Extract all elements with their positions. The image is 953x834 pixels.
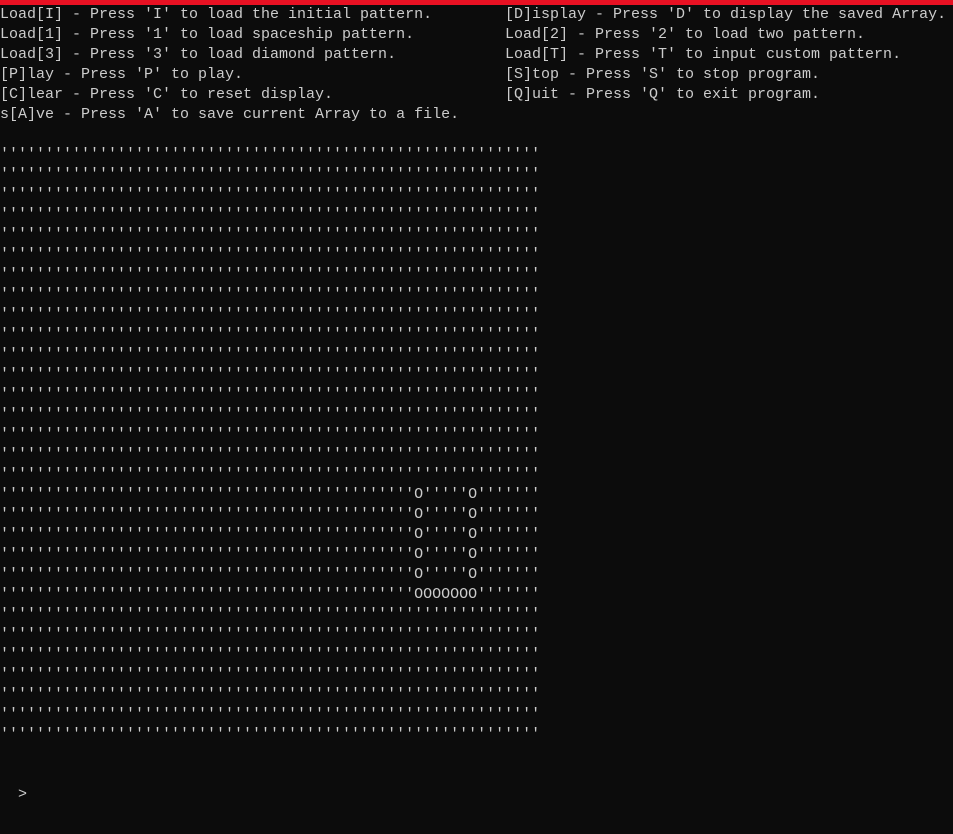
- grid-row: ''''''''''''''''''''''''''''''''''''''''…: [0, 506, 541, 523]
- grid-row: ''''''''''''''''''''''''''''''''''''''''…: [0, 486, 541, 503]
- grid-row: ''''''''''''''''''''''''''''''''''''''''…: [0, 166, 541, 183]
- grid-row: ''''''''''''''''''''''''''''''''''''''''…: [0, 446, 541, 463]
- grid-row: ''''''''''''''''''''''''''''''''''''''''…: [0, 526, 541, 543]
- grid-row: ''''''''''''''''''''''''''''''''''''''''…: [0, 226, 541, 243]
- grid-row: ''''''''''''''''''''''''''''''''''''''''…: [0, 606, 541, 623]
- grid-row: ''''''''''''''''''''''''''''''''''''''''…: [0, 306, 541, 323]
- grid-row: ''''''''''''''''''''''''''''''''''''''''…: [0, 386, 541, 403]
- grid-row: ''''''''''''''''''''''''''''''''''''''''…: [0, 206, 541, 223]
- command-prompt[interactable]: >: [0, 765, 27, 805]
- grid-row: ''''''''''''''''''''''''''''''''''''''''…: [0, 406, 541, 423]
- menu-item-load-diamond: Load[3] - Press '3' to load diamond patt…: [0, 46, 397, 63]
- menu-left-column: Load[I] - Press 'I' to load the initial …: [0, 5, 459, 125]
- grid-row: ''''''''''''''''''''''''''''''''''''''''…: [0, 346, 541, 363]
- menu-item-load-spaceship: Load[1] - Press '1' to load spaceship pa…: [0, 26, 415, 43]
- grid-row: ''''''''''''''''''''''''''''''''''''''''…: [0, 426, 541, 443]
- menu-item-quit: [Q]uit - Press 'Q' to exit program.: [505, 86, 821, 103]
- grid-row: ''''''''''''''''''''''''''''''''''''''''…: [0, 686, 541, 703]
- grid-row: ''''''''''''''''''''''''''''''''''''''''…: [0, 706, 541, 723]
- grid-row: ''''''''''''''''''''''''''''''''''''''''…: [0, 286, 541, 303]
- grid-row: ''''''''''''''''''''''''''''''''''''''''…: [0, 186, 541, 203]
- grid-row: ''''''''''''''''''''''''''''''''''''''''…: [0, 666, 541, 683]
- grid-row: ''''''''''''''''''''''''''''''''''''''''…: [0, 246, 541, 263]
- menu-item-stop: [S]top - Press 'S' to stop program.: [505, 66, 821, 83]
- menu-item-save: s[A]ve - Press 'A' to save current Array…: [0, 106, 460, 123]
- menu-item-load-custom: Load[T] - Press 'T' to input custom patt…: [505, 46, 902, 63]
- grid-row: ''''''''''''''''''''''''''''''''''''''''…: [0, 546, 541, 563]
- grid-row: ''''''''''''''''''''''''''''''''''''''''…: [0, 146, 541, 163]
- grid-row: ''''''''''''''''''''''''''''''''''''''''…: [0, 326, 541, 343]
- menu-item-clear: [C]lear - Press 'C' to reset display.: [0, 86, 334, 103]
- menu-item-display: [D]isplay - Press 'D' to display the sav…: [505, 6, 947, 23]
- menu-item-load-two: Load[2] - Press '2' to load two pattern.: [505, 26, 866, 43]
- grid-row: ''''''''''''''''''''''''''''''''''''''''…: [0, 626, 541, 643]
- grid-row: ''''''''''''''''''''''''''''''''''''''''…: [0, 726, 541, 743]
- grid-row: ''''''''''''''''''''''''''''''''''''''''…: [0, 586, 541, 603]
- grid-row: ''''''''''''''''''''''''''''''''''''''''…: [0, 466, 541, 483]
- grid-row: ''''''''''''''''''''''''''''''''''''''''…: [0, 646, 541, 663]
- menu-item-play: [P]lay - Press 'P' to play.: [0, 66, 244, 83]
- grid-row: ''''''''''''''''''''''''''''''''''''''''…: [0, 266, 541, 283]
- grid-row: ''''''''''''''''''''''''''''''''''''''''…: [0, 366, 541, 383]
- menu-right-column: [D]isplay - Press 'D' to display the sav…: [505, 5, 946, 105]
- prompt-symbol: >: [18, 786, 28, 803]
- menu-item-load-initial: Load[I] - Press 'I' to load the initial …: [0, 6, 433, 23]
- grid-row: ''''''''''''''''''''''''''''''''''''''''…: [0, 566, 541, 583]
- life-grid: ''''''''''''''''''''''''''''''''''''''''…: [0, 145, 540, 745]
